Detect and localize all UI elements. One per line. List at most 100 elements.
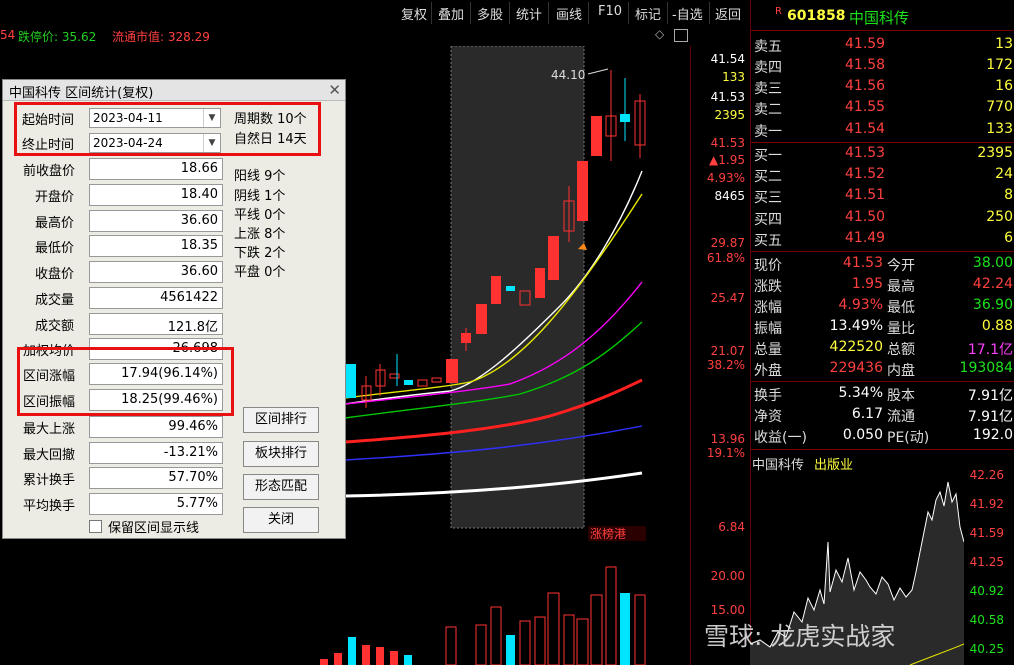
mini-axis-label: 40.58 (969, 613, 1004, 627)
stat-label: 成交量 (35, 293, 75, 308)
range-rank-button[interactable]: 区间排行 (243, 407, 319, 433)
stat-label: 成交额 (35, 319, 75, 334)
axis-vol-3: 8465 (714, 189, 745, 203)
axis-price-2: 41.53 (710, 90, 745, 104)
mini-chart-name: 中国科传 (752, 458, 805, 473)
volume-ratio: 0.88 (981, 318, 1013, 334)
stat-label: 收益(一) (754, 430, 807, 446)
stat-label: 收盘价 (35, 267, 75, 282)
sell-4-price: 41.58 (845, 57, 886, 73)
r-flag-icon: R (775, 6, 782, 17)
buy-2-volume: 24 (995, 166, 1013, 182)
sell-3-volume: 16 (995, 78, 1013, 94)
stat-label: 最大回撤 (23, 448, 76, 463)
stat-label: 涨幅 (754, 300, 782, 316)
stat-label: 净资 (754, 409, 782, 425)
keep-range-checkbox[interactable] (89, 520, 102, 533)
amplitude: 13.49% (829, 318, 883, 334)
pattern-match-button[interactable]: 形态匹配 (243, 474, 319, 500)
sell-2-price: 41.55 (845, 99, 886, 115)
stat-label: 换手 (754, 388, 782, 404)
stat-label: 总量 (754, 342, 782, 358)
toolbar-statistics[interactable]: 统计 (516, 4, 542, 23)
axis-vol-tick-1: 20.00 (710, 569, 745, 583)
axis-change-pct: 4.93% (706, 171, 745, 185)
yang-count: 阳线 9个 (234, 169, 286, 184)
buy-1-label: 买一 (754, 148, 782, 164)
yin-count: 阴线 1个 (234, 189, 286, 204)
buy-5-price: 41.49 (845, 230, 886, 246)
sector-rank-button[interactable]: 板块排行 (243, 441, 319, 467)
turnover-rate: 5.34% (838, 385, 883, 401)
selected-range-highlight (450, 46, 585, 529)
stat-label: 最高价 (35, 216, 75, 231)
axis-vol-2: 2395 (714, 108, 745, 122)
down-count: 下跌 2个 (234, 246, 286, 261)
toolbar-draw-line[interactable]: 画线 (556, 4, 582, 23)
stat-label: 现价 (754, 258, 782, 274)
earnings: 0.050 (842, 427, 883, 443)
outer-volume: 229436 (829, 360, 883, 376)
buy-2-label: 买二 (754, 169, 782, 185)
up-count: 上涨 8个 (234, 227, 286, 242)
toolbar-multi-stock[interactable]: 多股 (477, 4, 503, 23)
sell-2-label: 卖二 (754, 102, 782, 118)
open-price: 38.00 (972, 255, 1013, 271)
axis-price-3: 41.53 (710, 136, 745, 150)
toolbar-overlay[interactable]: 叠加 (438, 4, 464, 23)
stat-value: 99.46% (89, 416, 223, 438)
buy-3-price: 41.51 (845, 187, 886, 203)
limit-down-price: 跌停价: 35.62 (18, 30, 97, 44)
mini-axis-label: 42.26 (969, 468, 1004, 482)
top-toolbar: 复权 叠加 多股 统计 画线 F10 标记 -自选 返回 (0, 0, 750, 26)
sell-1-price: 41.54 (845, 121, 886, 137)
stat-label: 最低 (887, 300, 915, 316)
stat-label: 股本 (887, 388, 915, 404)
annotation-box-dates (14, 102, 321, 156)
dialog-titlebar[interactable]: 中国科传 区间统计(复权) ✕ (3, 80, 345, 101)
peak-price-label: 44.10 (551, 68, 585, 82)
rise-list-badge: 涨榜港 (588, 526, 646, 541)
sell-2-volume: 770 (986, 99, 1013, 115)
diamond-icon[interactable]: ◇ (655, 27, 664, 41)
toolbar-f10[interactable]: F10 (598, 4, 622, 19)
sell-4-volume: 172 (986, 57, 1013, 73)
total-shares: 7.91亿 (967, 388, 1013, 404)
sell-1-label: 卖一 (754, 124, 782, 140)
toolbar-back[interactable]: 返回 (715, 4, 741, 23)
axis-vol-tick-2: 15.00 (710, 603, 745, 617)
buy-1-price: 41.53 (845, 145, 886, 161)
window-icon[interactable] (674, 29, 688, 42)
change-percent: 4.93% (838, 297, 883, 313)
mini-axis-label: 40.92 (969, 584, 1004, 598)
buy-5-label: 买五 (754, 233, 782, 249)
buy-3-label: 买三 (754, 190, 782, 206)
axis-tick-4: 13.96 (710, 432, 745, 446)
flat-line-count: 平线 0个 (234, 208, 286, 223)
volume-chart[interactable] (0, 555, 690, 665)
svg-text:涨榜港: 涨榜港 (590, 526, 626, 541)
turnover-amount: 17.1亿 (967, 342, 1013, 358)
toolbar-fuquan[interactable]: 复权 (401, 4, 427, 23)
toolbar-watchlist[interactable]: -自选 (672, 4, 703, 23)
mini-axis-label: 41.59 (969, 526, 1004, 540)
stat-label: 前收盘价 (23, 164, 76, 179)
sell-4-label: 卖四 (754, 60, 782, 76)
stat-label: 开盘价 (35, 190, 75, 205)
price-change: 1.95 (851, 276, 883, 292)
pe-ratio: 192.0 (972, 427, 1013, 443)
stat-label: PE(动) (887, 430, 930, 446)
stat-value: 18.35 (89, 235, 223, 257)
stat-label: 外盘 (754, 363, 782, 379)
float-market-value: 流通市值: 328.29 (112, 30, 210, 44)
mini-axis-label: 41.92 (969, 497, 1004, 511)
axis-price-top: 41.54 (710, 52, 745, 66)
axis-tick-3: 21.07 (710, 344, 745, 358)
toolbar-mark[interactable]: 标记 (635, 4, 661, 23)
stat-value: 4561422 (89, 287, 223, 309)
close-icon[interactable]: ✕ (328, 81, 341, 99)
close-button[interactable]: 关闭 (243, 507, 319, 533)
buy-3-volume: 8 (1004, 187, 1013, 203)
axis-vol-top: 133 (722, 70, 745, 84)
stat-value: 18.40 (89, 184, 223, 206)
